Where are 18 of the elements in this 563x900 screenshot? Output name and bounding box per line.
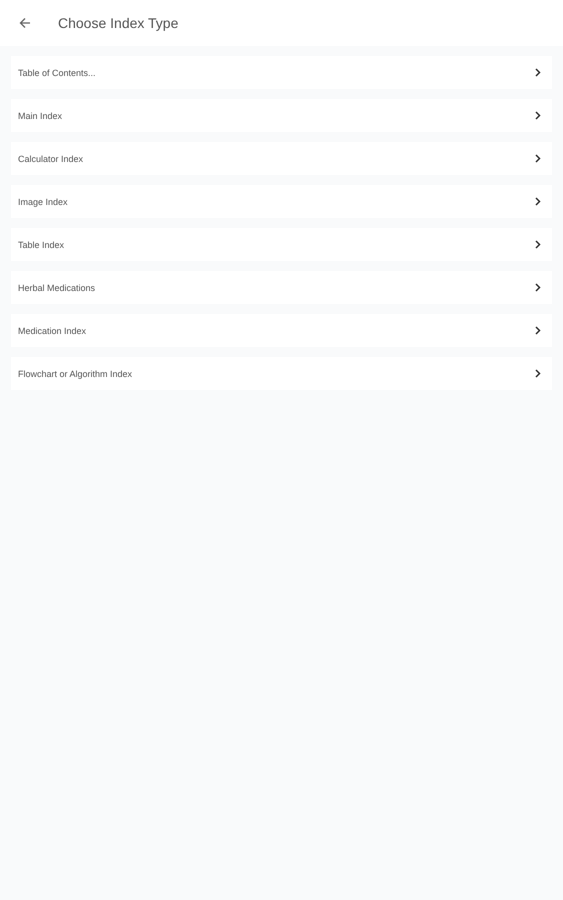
chevron-right-icon <box>535 111 541 120</box>
chevron-right-icon <box>535 240 541 249</box>
index-type-item[interactable]: Table of Contents... <box>11 56 552 89</box>
chevron-right-icon <box>535 68 541 77</box>
index-type-item[interactable]: Herbal Medications <box>11 271 552 304</box>
chevron-right-icon <box>535 283 541 292</box>
screen-title: Choose Index Type <box>58 15 178 31</box>
chevron-right-icon <box>535 369 541 378</box>
chevron-right-icon <box>535 326 541 335</box>
chevron-right-icon <box>535 197 541 206</box>
index-type-item[interactable]: Flowchart or Algorithm Index <box>11 357 552 390</box>
chevron-right-icon <box>535 154 541 163</box>
index-type-item[interactable]: Main Index <box>11 99 552 132</box>
index-type-item[interactable]: Image Index <box>11 185 552 218</box>
index-type-item[interactable]: Calculator Index <box>11 142 552 175</box>
index-type-item[interactable]: Table Index <box>11 228 552 261</box>
back-arrow-icon <box>19 17 31 29</box>
index-type-item[interactable]: Medication Index <box>11 314 552 347</box>
